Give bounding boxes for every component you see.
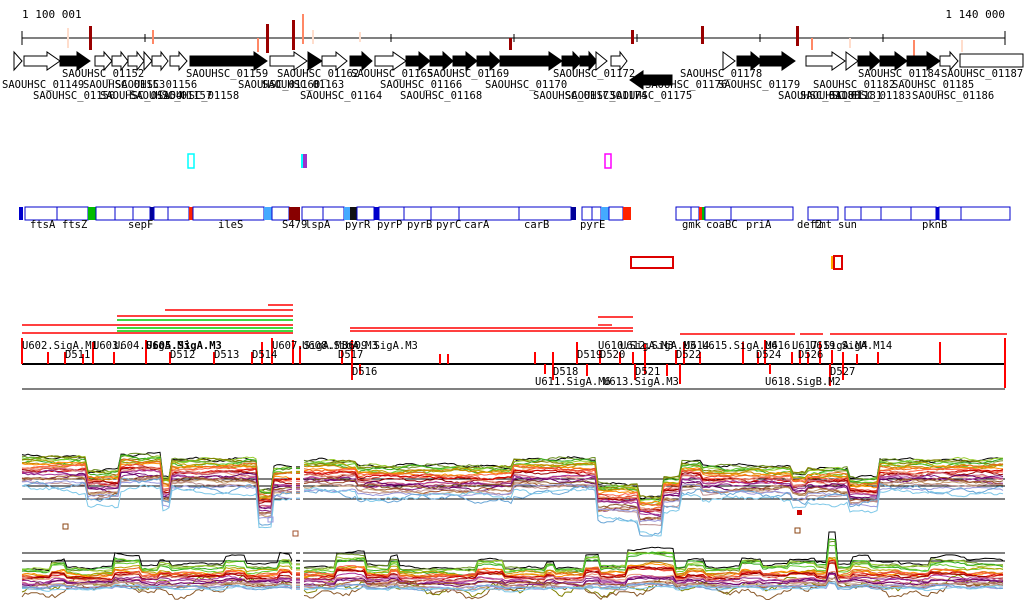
feature-label: ftsA bbox=[30, 219, 56, 231]
gene-arrow[interactable] bbox=[845, 51, 859, 71]
gene-arrow[interactable] bbox=[23, 51, 61, 71]
ruler-mark[interactable] bbox=[509, 38, 512, 50]
gene-arrow[interactable] bbox=[959, 53, 1024, 68]
transcript-label: D526 bbox=[798, 349, 824, 361]
feature-box[interactable] bbox=[95, 206, 116, 221]
ruler-end-coordinate: 1 140 000 bbox=[945, 8, 1005, 21]
feature-box[interactable] bbox=[167, 206, 190, 221]
feature-box[interactable] bbox=[960, 206, 1011, 221]
feature-label: coaBC bbox=[706, 219, 738, 231]
gene-label: SAOUHSC_01175 bbox=[610, 90, 693, 102]
feature-label: pyrC bbox=[436, 219, 462, 231]
feature-box[interactable] bbox=[153, 206, 169, 221]
expression-marker bbox=[62, 523, 69, 530]
feature-label: gmk bbox=[682, 219, 701, 231]
transcript-label: D516 bbox=[352, 366, 378, 378]
gene-label: SAOUHSC_01183 bbox=[829, 90, 912, 102]
transcript-label: D522 bbox=[676, 349, 702, 361]
tss-marker[interactable] bbox=[303, 154, 307, 168]
feature-label: sepF bbox=[128, 219, 154, 231]
transcript-label: D514 bbox=[252, 349, 278, 361]
tss-marker[interactable] bbox=[187, 153, 195, 169]
feature-label: S479 bbox=[282, 219, 308, 231]
feature-label: ftsZ bbox=[62, 219, 88, 231]
ruler-mark[interactable] bbox=[796, 26, 799, 46]
ruler-mark[interactable] bbox=[292, 20, 295, 50]
ruler-mark[interactable] bbox=[152, 30, 154, 44]
transcript-label: D519 bbox=[577, 349, 603, 361]
feature-segment[interactable] bbox=[189, 207, 193, 220]
ruler-mark[interactable] bbox=[913, 40, 915, 56]
transcript-label: D513 bbox=[214, 349, 240, 361]
feature-label: pyrP bbox=[377, 219, 403, 231]
ruler-mark[interactable] bbox=[257, 38, 259, 52]
gene-arrow[interactable] bbox=[13, 50, 23, 72]
ruler-mark[interactable] bbox=[961, 40, 963, 52]
annotation-box[interactable] bbox=[630, 256, 674, 269]
feature-box[interactable] bbox=[860, 206, 882, 221]
transcript-label: U613.SigA.M3 bbox=[603, 376, 679, 388]
ruler-mark[interactable] bbox=[359, 32, 361, 42]
ruler-mark[interactable] bbox=[701, 26, 704, 44]
transcript-label: U618.SigB.M2 bbox=[765, 376, 841, 388]
transcript-label: D517 bbox=[338, 349, 364, 361]
feature-label: carA bbox=[464, 219, 490, 231]
feature-label: pyrE bbox=[580, 219, 606, 231]
expression-marker bbox=[292, 530, 299, 537]
feature-label: sun bbox=[838, 219, 857, 231]
transcript-label: D524 bbox=[756, 349, 782, 361]
feature-box[interactable] bbox=[880, 206, 912, 221]
transcript-label: D520 bbox=[600, 349, 626, 361]
feature-segment[interactable] bbox=[264, 207, 272, 220]
transcript-label: D512 bbox=[170, 349, 196, 361]
gene-arrow[interactable] bbox=[759, 51, 796, 71]
ruler-mark[interactable] bbox=[89, 26, 92, 50]
expression-marker bbox=[794, 527, 801, 534]
ruler-mark[interactable] bbox=[811, 38, 813, 50]
ruler-mark[interactable] bbox=[266, 24, 269, 53]
feature-label: fmt bbox=[813, 219, 832, 231]
gene-label: SAOUHSC_01158 bbox=[157, 90, 240, 102]
gene-arrow[interactable] bbox=[169, 50, 188, 72]
feature-label: ileS bbox=[218, 219, 244, 231]
ruler-mark[interactable] bbox=[312, 30, 314, 44]
annotation-box[interactable] bbox=[833, 255, 843, 270]
ruler-start-coordinate: 1 100 001 bbox=[22, 8, 82, 21]
tss-marker[interactable] bbox=[604, 153, 612, 169]
feature-segment[interactable] bbox=[88, 207, 96, 220]
feature-label: carB bbox=[524, 219, 550, 231]
feature-label: pyrR bbox=[345, 219, 371, 231]
gene-label: SAOUHSC_01186 bbox=[912, 90, 995, 102]
feature-label: priA bbox=[746, 219, 772, 231]
gene-label: SAOUHSC_01164 bbox=[300, 90, 383, 102]
feature-label: lspA bbox=[305, 219, 331, 231]
feature-label: pknB bbox=[922, 219, 948, 231]
genome-browser-view: SAOUHSC_01152 SAOUHSC_01159 SAOUHSC_01162 S… bbox=[0, 0, 1024, 611]
feature-segment[interactable] bbox=[571, 207, 576, 220]
ruler-mark[interactable] bbox=[302, 14, 304, 44]
gene-arrow[interactable] bbox=[143, 50, 153, 72]
feature-segment[interactable] bbox=[623, 207, 631, 220]
transcript-label: U611.SigA.M6 bbox=[535, 376, 611, 388]
gene-arrow[interactable] bbox=[151, 50, 169, 72]
ruler-mark[interactable] bbox=[849, 38, 851, 48]
feature-box[interactable] bbox=[608, 206, 624, 221]
feature-label: pyrB bbox=[407, 219, 433, 231]
ruler-mark[interactable] bbox=[67, 28, 69, 48]
gene-label: SAOUHSC_01168 bbox=[400, 90, 483, 102]
feature-segment[interactable] bbox=[19, 207, 23, 220]
tss-marker[interactable] bbox=[301, 154, 303, 168]
ruler-mark[interactable] bbox=[631, 30, 634, 44]
expression-marker bbox=[797, 510, 802, 515]
gene-arrow[interactable] bbox=[805, 51, 846, 71]
transcript-label: D511 bbox=[65, 349, 91, 361]
